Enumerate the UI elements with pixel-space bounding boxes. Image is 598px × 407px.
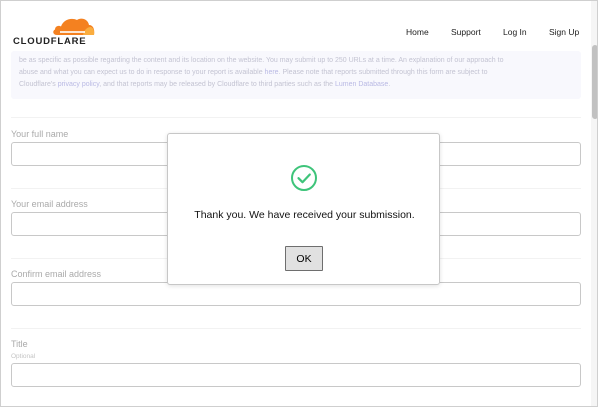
confirm-email-label: Confirm email address	[11, 269, 102, 279]
title-optional-hint: Optional	[11, 353, 36, 360]
email-label: Your email address	[11, 199, 88, 209]
notice-text: .	[388, 81, 391, 88]
title-input[interactable]	[11, 363, 581, 387]
notice-line-1: be as specific as possible regarding the…	[19, 55, 573, 67]
nav-support-link[interactable]: Support	[451, 27, 481, 37]
logo-wordmark: CLOUDFLARE	[13, 36, 87, 47]
confirmation-message: Thank you. We have received your submiss…	[194, 209, 415, 221]
scrollbar-thumb[interactable]	[592, 45, 597, 119]
nav-signup-link[interactable]: Sign Up	[549, 27, 579, 37]
privacy-policy-link[interactable]: privacy policy	[58, 81, 100, 88]
submission-confirmation-dialog: Thank you. We have received your submiss…	[167, 133, 440, 285]
report-notice: be as specific as possible regarding the…	[11, 51, 581, 99]
notice-line-3: Cloudflare's privacy policy, and that re…	[19, 79, 573, 91]
section-divider	[11, 328, 581, 329]
notice-line-2: abuse and what you can expect us to do i…	[19, 67, 573, 79]
browser-page: CLOUDFLARE Home Support Log In Sign Up b…	[0, 0, 598, 407]
check-circle-icon	[291, 165, 317, 191]
here-link[interactable]: here	[265, 69, 279, 76]
lumen-database-link[interactable]: Lumen Database	[335, 81, 388, 88]
confirm-email-input[interactable]	[11, 282, 581, 306]
title-label: Title	[11, 339, 28, 349]
cloudflare-logo[interactable]: CLOUDFLARE	[13, 16, 99, 48]
nav-home-link[interactable]: Home	[406, 27, 429, 37]
cloudflare-cloud-icon	[53, 18, 95, 35]
notice-text: abuse and what you can expect us to do i…	[19, 69, 265, 76]
nav-login-link[interactable]: Log In	[503, 27, 527, 37]
ok-button[interactable]: OK	[285, 246, 323, 271]
notice-text: Cloudflare's	[19, 81, 58, 88]
section-divider	[11, 117, 581, 118]
page-scrollbar[interactable]	[591, 1, 597, 406]
site-header: CLOUDFLARE Home Support Log In Sign Up	[1, 1, 591, 55]
notice-text: . Please note that reports submitted thr…	[278, 69, 488, 76]
full-name-label: Your full name	[11, 129, 69, 139]
notice-text: , and that reports may be released by Cl…	[99, 81, 335, 88]
notice-text: be as specific as possible regarding the…	[19, 57, 504, 64]
